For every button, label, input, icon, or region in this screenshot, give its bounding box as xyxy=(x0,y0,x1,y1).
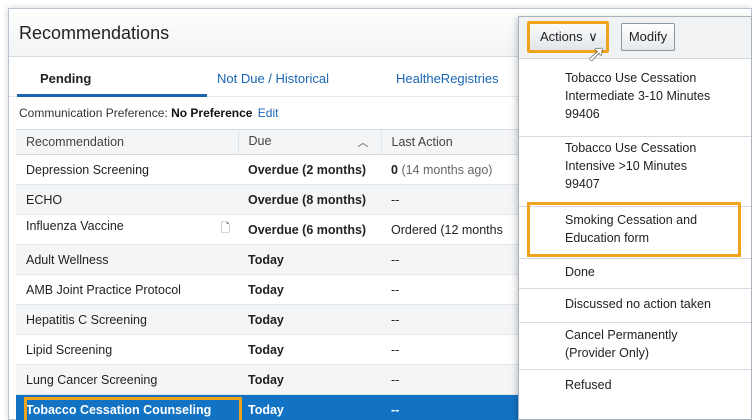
tab-pending[interactable]: Pending xyxy=(40,71,91,86)
table-row[interactable]: Depression Screening Overdue (2 months) … xyxy=(16,154,556,185)
table-row[interactable]: Lung Cancer Screening Today -- xyxy=(16,364,556,395)
menu-item-tobacco-intermediate[interactable]: Tobacco Use Cessation Intermediate 3-10 … xyxy=(519,69,751,137)
menu-item-line: Refused xyxy=(565,378,612,392)
recommendation-name-text: Influenza Vaccine xyxy=(26,219,124,233)
communication-preference: Communication Preference: No Preference … xyxy=(19,106,278,120)
table-row[interactable]: Lipid Screening Today -- xyxy=(16,334,556,365)
menu-item-line: Intermediate 3-10 Minutes xyxy=(565,89,711,103)
menu-item-line: 99406 xyxy=(565,107,600,121)
due-status: Today xyxy=(238,334,381,365)
menu-item-line: Tobacco Use Cessation xyxy=(565,141,697,155)
recommendation-name: Lung Cancer Screening xyxy=(16,364,238,395)
actions-button-label: Actions xyxy=(540,29,583,44)
recommendation-name: Depression Screening xyxy=(16,154,238,185)
recommendation-name: AMB Joint Practice Protocol xyxy=(16,274,238,305)
menu-item-line: Education form xyxy=(565,231,650,245)
table-row[interactable]: AMB Joint Practice Protocol Today -- xyxy=(16,274,556,305)
recommendation-name: Adult Wellness xyxy=(16,244,238,275)
recommendations-table: Recommendation Due ︿ Last Action Depressi… xyxy=(16,129,557,420)
table-row[interactable]: Hepatitis C Screening Today -- xyxy=(16,304,556,335)
table-row-selected[interactable]: Tobacco Cessation Counseling Today -- xyxy=(16,394,556,420)
communication-label: Communication Preference: xyxy=(19,106,168,120)
due-status: Overdue (6 months) xyxy=(238,214,381,245)
actions-menu-panel: Actions ∨ Modify ➚ Tobacco Use Cessation… xyxy=(518,16,752,420)
tab-not-due-historical[interactable]: Not Due / Historical xyxy=(217,71,329,86)
modify-button[interactable]: Modify xyxy=(621,23,675,51)
menu-item-line: Smoking Cessation and xyxy=(565,213,698,227)
menu-item-line: Intensive >10 Minutes xyxy=(565,159,687,173)
last-action-count: 0 xyxy=(391,162,398,177)
menu-item-smoking-cessation-form[interactable]: Smoking Cessation and Education form xyxy=(519,211,751,259)
due-status: Overdue (2 months) xyxy=(238,154,381,185)
due-status: Today xyxy=(238,364,381,395)
menu-item-tobacco-intensive[interactable]: Tobacco Use Cessation Intensive >10 Minu… xyxy=(519,139,751,207)
table-row[interactable]: Adult Wellness Today -- xyxy=(16,244,556,275)
due-status: Today xyxy=(238,244,381,275)
column-header-recommendation[interactable]: Recommendation xyxy=(16,129,239,155)
recommendation-name: Lipid Screening xyxy=(16,334,238,365)
menu-item-done[interactable]: Done xyxy=(519,263,751,289)
due-status: Today xyxy=(238,304,381,335)
edit-communication-link[interactable]: Edit xyxy=(258,106,279,120)
menu-item-discussed-no-action[interactable]: Discussed no action taken xyxy=(519,295,751,323)
column-header-due[interactable]: Due ︿ xyxy=(238,129,382,155)
recommendation-name: Hepatitis C Screening xyxy=(16,304,238,335)
table-row[interactable]: ECHO Overdue (8 months) -- xyxy=(16,184,556,215)
actions-toolbar: Actions ∨ Modify ➚ xyxy=(519,17,751,66)
due-status: Today xyxy=(238,394,381,420)
panel-title: Recommendations xyxy=(19,23,170,43)
communication-value: No Preference xyxy=(171,106,253,120)
mouse-pointer-icon: ➚ xyxy=(587,41,606,66)
menu-item-line: (Provider Only) xyxy=(565,346,650,360)
recommendation-name: ECHO xyxy=(16,184,238,215)
due-status: Today xyxy=(238,274,381,305)
menu-item-cancel-permanently[interactable]: Cancel Permanently (Provider Only) xyxy=(519,326,751,370)
recommendation-name: Tobacco Cessation Counseling xyxy=(16,394,238,420)
menu-item-line: Cancel Permanently xyxy=(565,328,678,342)
menu-item-line: 99407 xyxy=(565,177,600,191)
document-icon[interactable]: 🗋 xyxy=(220,219,230,240)
menu-item-line: Discussed no action taken xyxy=(565,297,711,311)
due-status: Overdue (8 months) xyxy=(238,184,381,215)
recommendation-name: Influenza Vaccine 🗋 xyxy=(16,214,238,245)
menu-item-refused[interactable]: Refused xyxy=(519,376,751,402)
tab-healtheregistries[interactable]: HealtheRegistries xyxy=(396,71,499,86)
menu-item-line: Done xyxy=(565,265,595,279)
last-action-text: (14 months ago) xyxy=(401,162,493,177)
sort-ascending-icon: ︿ xyxy=(357,137,369,149)
table-row[interactable]: Influenza Vaccine 🗋 Overdue (6 months) Or… xyxy=(16,214,556,245)
column-header-due-label: Due xyxy=(248,134,272,148)
menu-item-line: Tobacco Use Cessation xyxy=(565,71,697,85)
active-tab-indicator xyxy=(17,94,207,97)
